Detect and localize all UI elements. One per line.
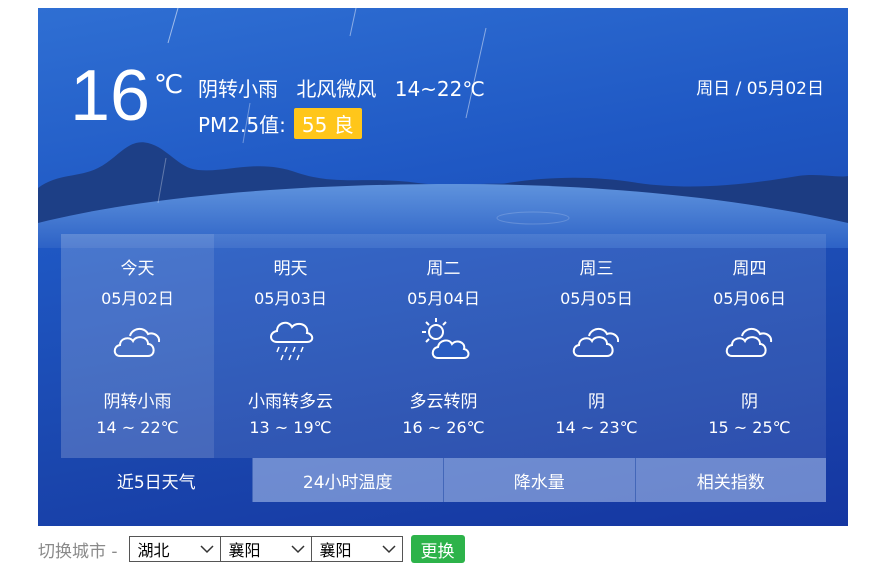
day-date: 05月04日 [407, 289, 480, 308]
tab-5day-weather[interactable]: 近5日天气 [61, 458, 252, 502]
chevron-down-icon [291, 545, 305, 554]
district-value: 襄阳 [319, 541, 352, 560]
air-quality: PM2.5值: 55 良 [198, 108, 362, 139]
day-temp-range: 15 ~ 25℃ [708, 418, 791, 437]
forecast-list: 今天 05月02日 阴转小雨 14 ~ 22℃ 明天 05月03日 小雨转多云 … [61, 234, 826, 458]
tab-precipitation[interactable]: 降水量 [443, 458, 635, 502]
day-condition: 阴转小雨 [103, 392, 172, 412]
forecast-day[interactable]: 明天 05月03日 小雨转多云 13 ~ 19℃ [214, 234, 367, 458]
forecast-day[interactable]: 周四 05月06日 阴 15 ~ 25℃ [673, 234, 826, 458]
tab-24h-temperature[interactable]: 24小时温度 [251, 458, 443, 502]
change-city-button[interactable]: 更换 [410, 535, 465, 563]
current-date: 周日 / 05月02日 [696, 79, 824, 99]
day-date: 05月02日 [101, 289, 174, 308]
day-temp-range: 14 ~ 22℃ [96, 418, 179, 437]
city-select[interactable]: 襄阳 [219, 536, 312, 562]
city-switcher: 切换城市 - 湖北 襄阳 襄阳 更换 [38, 534, 465, 564]
current-summary: 阴转小雨 北风微风 14~22℃ [198, 73, 497, 102]
province-value: 湖北 [137, 541, 170, 560]
day-name: 周二 [426, 259, 461, 279]
aqi-badge: 55 良 [293, 108, 362, 139]
current-range: 14~22℃ [394, 77, 485, 101]
day-date: 05月05日 [560, 289, 633, 308]
chevron-down-icon [200, 545, 214, 554]
province-select[interactable]: 湖北 [128, 536, 221, 562]
day-date: 05月03日 [254, 289, 327, 308]
aqi-level: 良 [333, 113, 354, 137]
district-select[interactable]: 襄阳 [310, 536, 403, 562]
current-condition: 阴转小雨 [198, 77, 278, 101]
partly-sunny-icon [421, 318, 469, 359]
day-name: 周四 [732, 259, 767, 279]
day-temp-range: 14 ~ 23℃ [555, 418, 638, 437]
day-condition: 多云转阴 [409, 392, 478, 412]
cloudy-icon [113, 328, 160, 357]
day-condition: 阴 [588, 392, 605, 412]
forecast-tabs: 近5日天气 24小时温度 降水量 相关指数 [61, 458, 826, 502]
current-wind: 北风微风 [296, 77, 377, 101]
weather-panel: 16 ℃ 阴转小雨 北风微风 14~22℃ PM2.5值: 55 良 周日 / … [38, 8, 848, 526]
forecast-day[interactable]: 周三 05月05日 阴 14 ~ 23℃ [520, 234, 673, 458]
day-condition: 小雨转多云 [248, 392, 333, 412]
current-temperature: 16 [70, 56, 151, 136]
day-temp-range: 13 ~ 19℃ [249, 418, 332, 437]
day-name: 明天 [273, 259, 308, 279]
aqi-value: 55 [301, 113, 328, 137]
day-name: 周三 [579, 259, 614, 279]
cloudy-icon [725, 328, 772, 357]
rain-cloud-icon [269, 321, 313, 361]
cloudy-icon [572, 328, 619, 357]
day-temp-range: 16 ~ 26℃ [402, 418, 485, 437]
day-condition: 阴 [741, 392, 758, 412]
chevron-down-icon [382, 545, 396, 554]
switch-city-label: 切换城市 - [38, 541, 118, 562]
forecast-day[interactable]: 周二 05月04日 多云转阴 16 ~ 26℃ [367, 234, 520, 458]
pm25-label: PM2.5值: [198, 113, 286, 137]
city-value: 襄阳 [228, 541, 261, 560]
tab-related-indices[interactable]: 相关指数 [634, 458, 826, 502]
temperature-unit: ℃ [154, 70, 184, 100]
day-name: 今天 [120, 259, 155, 279]
day-date: 05月06日 [713, 289, 786, 308]
forecast-day[interactable]: 今天 05月02日 阴转小雨 14 ~ 22℃ [61, 234, 214, 458]
